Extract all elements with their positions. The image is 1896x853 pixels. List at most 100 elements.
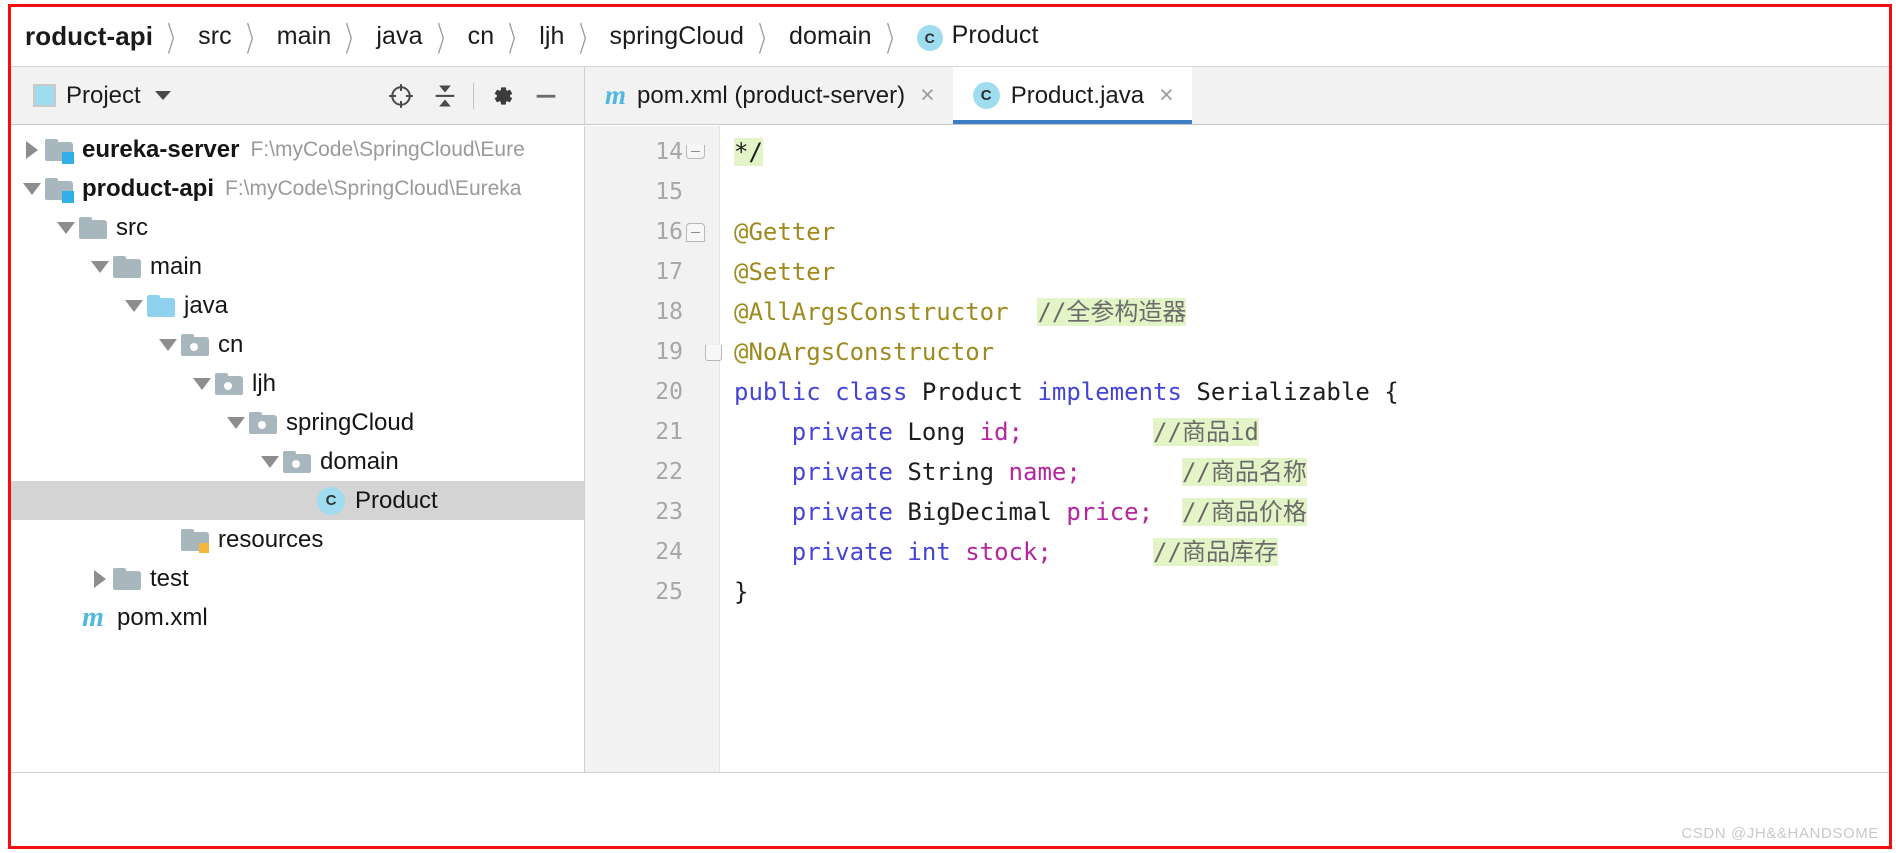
- line-number: 19: [655, 339, 683, 365]
- tree-row[interactable]: domain: [11, 442, 584, 481]
- package-folder-icon: [249, 411, 277, 434]
- tree-item-label: test: [150, 564, 189, 592]
- code-line[interactable]: [734, 172, 1889, 212]
- breadcrumb-item-product[interactable]: C Product: [916, 21, 1039, 52]
- tree-row[interactable]: C Product: [11, 481, 584, 520]
- tree-item-label: java: [184, 291, 229, 319]
- ide-window: roduct-api 〉 src 〉 main 〉 java 〉 cn 〉 ljh 〉 springCl…: [8, 4, 1892, 849]
- gutter-row[interactable]: 15: [585, 172, 719, 212]
- module-folder-icon: [45, 177, 74, 203]
- close-icon[interactable]: ×: [1159, 83, 1174, 108]
- tree-item-label: cn: [218, 330, 244, 358]
- code-token-kw: private: [734, 498, 908, 526]
- editor-tab-product[interactable]: C Product.java ×: [952, 67, 1192, 124]
- tree-row[interactable]: eureka-server F:\myCode\SpringCloud\Eure: [11, 130, 584, 169]
- line-number: 17: [655, 259, 683, 285]
- code-line[interactable]: public class Product implements Serializ…: [734, 372, 1889, 412]
- tree-row[interactable]: cn: [11, 325, 584, 364]
- folder-badge: [62, 151, 74, 164]
- breadcrumb-item-main[interactable]: main: [277, 22, 332, 51]
- code-token-field: name;: [1008, 458, 1081, 486]
- breadcrumb-item-ljh[interactable]: ljh: [539, 22, 564, 51]
- breadcrumb-label: cn: [467, 22, 495, 50]
- code-fold-icon[interactable]: [686, 222, 705, 242]
- code-line[interactable]: private Long id; //商品id: [734, 412, 1889, 452]
- tree-row[interactable]: m pom.xml: [11, 598, 584, 637]
- code-token-plain: */: [734, 138, 763, 166]
- code-line[interactable]: */: [734, 132, 1889, 172]
- breadcrumb-item-java[interactable]: java: [376, 22, 422, 51]
- tree-row[interactable]: product-api F:\myCode\SpringCloud\Eureka: [11, 169, 584, 208]
- editor-tab-pom[interactable]: m pom.xml (product-server) ×: [585, 67, 953, 124]
- code-line[interactable]: @Setter: [734, 252, 1889, 292]
- breadcrumb-item-src[interactable]: src: [198, 22, 232, 51]
- tree-row[interactable]: springCloud: [11, 403, 584, 442]
- code-line[interactable]: }: [734, 572, 1889, 612]
- editor-code-area[interactable]: */ @Getter @Setter @AllArgsConstructor //全…: [720, 126, 1889, 846]
- project-tree[interactable]: eureka-server F:\myCode\SpringCloud\Eure p…: [11, 126, 585, 846]
- gutter-row[interactable]: 17: [585, 252, 719, 292]
- code-editor[interactable]: 14 15 16 17 18 19 20 21 22 23 24 25 */ @Getter @Sett…: [585, 126, 1889, 846]
- tree-row[interactable]: java: [11, 286, 584, 325]
- breadcrumb-item-roduct-api[interactable]: roduct-api: [25, 21, 153, 52]
- collapse-arrow-icon[interactable]: [257, 442, 283, 481]
- code-line[interactable]: private BigDecimal price; //商品价格: [734, 492, 1889, 532]
- tree-row[interactable]: resources: [11, 520, 584, 559]
- package-dot: [258, 420, 266, 429]
- code-line[interactable]: @NoArgsConstructor: [734, 332, 1889, 372]
- tree-row[interactable]: main: [11, 247, 584, 286]
- editor-tab-label: Product.java: [1010, 81, 1145, 109]
- hide-panel-icon[interactable]: [524, 74, 568, 118]
- project-title-group[interactable]: Project: [33, 82, 171, 110]
- code-token-cmt: //商品库存: [1153, 538, 1278, 566]
- tree-row[interactable]: src: [11, 208, 584, 247]
- collapse-all-icon[interactable]: [423, 74, 467, 118]
- gutter-row[interactable]: 16: [585, 212, 719, 252]
- code-token-type: BigDecimal: [907, 498, 1067, 526]
- tree-item-path: F:\myCode\SpringCloud\Eureka: [225, 176, 522, 200]
- code-line[interactable]: private String name; //商品名称: [734, 452, 1889, 492]
- gutter-row[interactable]: 14: [585, 132, 719, 172]
- locate-icon[interactable]: [379, 74, 423, 118]
- collapse-arrow-icon[interactable]: [87, 247, 113, 286]
- gutter-row[interactable]: 22: [585, 452, 719, 492]
- breadcrumb-separator: 〉: [345, 20, 363, 59]
- collapse-arrow-icon[interactable]: [53, 208, 79, 247]
- code-line[interactable]: @Getter: [734, 212, 1889, 252]
- tree-row[interactable]: test: [11, 559, 584, 598]
- expand-arrow-icon[interactable]: [87, 559, 113, 598]
- editor-gutter[interactable]: 14 15 16 17 18 19 20 21 22 23 24 25: [585, 126, 722, 846]
- gutter-row[interactable]: 25: [585, 572, 719, 612]
- collapse-arrow-icon[interactable]: [19, 169, 45, 208]
- close-icon[interactable]: ×: [920, 83, 935, 108]
- collapse-arrow-icon[interactable]: [155, 325, 181, 364]
- folder-badge: [62, 190, 74, 203]
- breadcrumb-item-cn[interactable]: cn: [468, 22, 495, 51]
- code-line[interactable]: @AllArgsConstructor //全参构造器: [734, 292, 1889, 332]
- package-folder-icon: [215, 372, 243, 395]
- gutter-row[interactable]: 23: [585, 492, 719, 532]
- breadcrumb-item-springcloud[interactable]: springCloud: [610, 22, 745, 51]
- chevron-down-icon[interactable]: [154, 91, 171, 100]
- gutter-row[interactable]: 19: [585, 332, 722, 372]
- collapse-arrow-icon[interactable]: [223, 403, 249, 442]
- code-line[interactable]: private int stock; //商品库存: [734, 532, 1889, 572]
- line-number: 14: [655, 139, 683, 165]
- gutter-row[interactable]: 18: [585, 292, 719, 332]
- tree-item-label: domain: [320, 447, 399, 475]
- collapse-arrow-icon[interactable]: [189, 364, 215, 403]
- settings-gear-icon[interactable]: [480, 74, 524, 118]
- collapse-arrow-icon[interactable]: [121, 286, 147, 325]
- tree-item-label: springCloud: [286, 408, 415, 436]
- expand-arrow-icon[interactable]: [19, 130, 45, 169]
- gutter-row[interactable]: 20: [585, 372, 719, 412]
- gutter-row[interactable]: 21: [585, 412, 719, 452]
- tree-row[interactable]: ljh: [11, 364, 584, 403]
- gutter-row[interactable]: 24: [585, 532, 719, 572]
- code-fold-icon[interactable]: [686, 145, 705, 159]
- breadcrumb-item-domain[interactable]: domain: [789, 22, 872, 51]
- breadcrumb-label: main: [276, 22, 332, 50]
- line-number: 23: [655, 499, 683, 525]
